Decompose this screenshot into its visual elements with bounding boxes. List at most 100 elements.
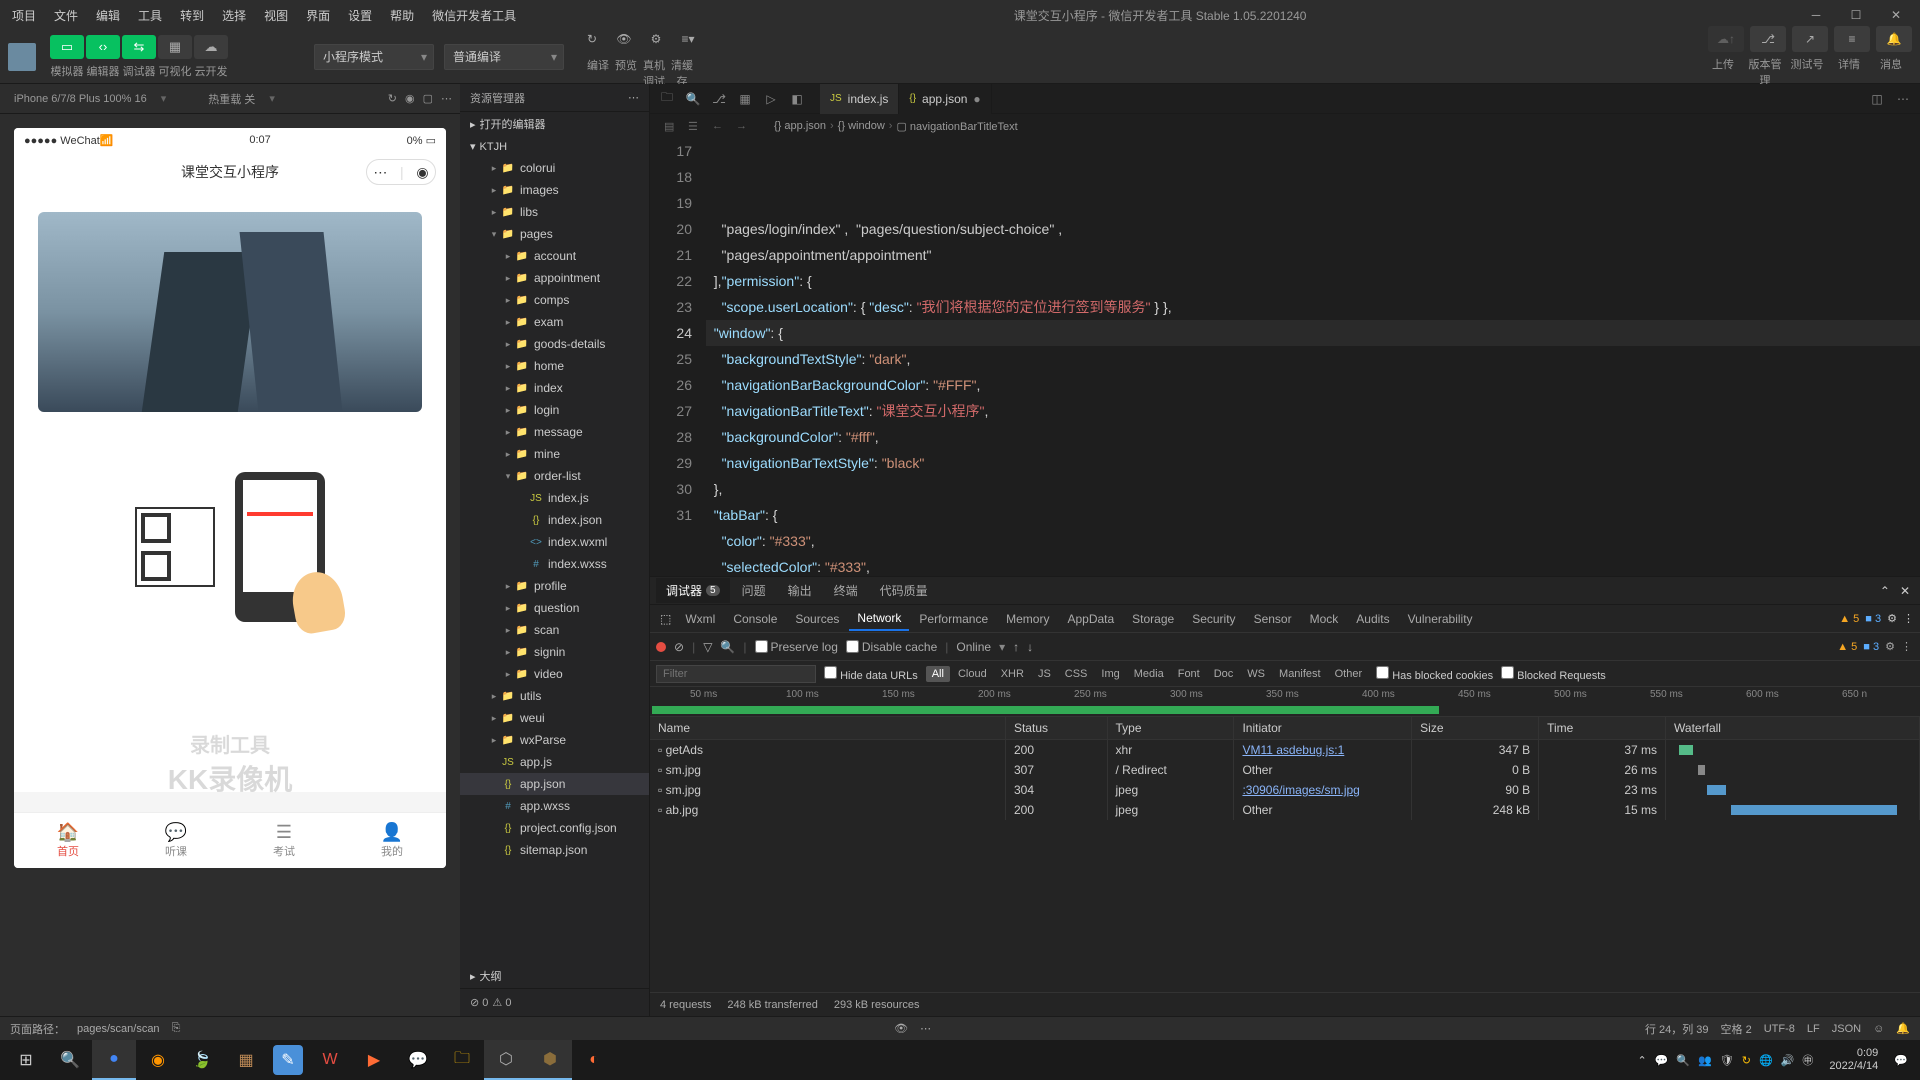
error-count[interactable]: ⊘ 0 — [470, 996, 488, 1009]
dtab2-Memory[interactable]: Memory — [998, 608, 1057, 630]
explorer-toggle-icon[interactable]: 🗀 — [654, 86, 680, 112]
tree-item-home[interactable]: ▸📁home — [460, 355, 649, 377]
network-row[interactable]: ▫ ab.jpg200jpegOther248 kB15 ms — [650, 800, 1920, 820]
tab-app.json[interactable]: {}app.json● — [899, 84, 991, 114]
filter-toggle-icon[interactable]: ▽ — [703, 640, 712, 654]
stop-icon[interactable]: ◉ — [405, 92, 415, 105]
cursor-position[interactable]: 行 24，列 39 — [1645, 1021, 1709, 1037]
page-path[interactable]: pages/scan/scan — [77, 1023, 160, 1035]
bell-icon[interactable]: 🔔 — [1896, 1022, 1910, 1035]
tree-item-index[interactable]: ▸📁index — [460, 377, 649, 399]
tray-ime-icon[interactable]: ㊥ — [1802, 1052, 1813, 1068]
clear-button[interactable]: ⊘ — [674, 640, 684, 654]
filter-Media[interactable]: Media — [1128, 666, 1170, 682]
dt-info[interactable]: ■ 3 — [1865, 613, 1881, 625]
devtools-menu-icon[interactable]: ⋮ — [1901, 640, 1912, 653]
realdevice-button[interactable]: ⚙ — [642, 25, 670, 53]
cloud-button[interactable]: ☁ — [194, 35, 228, 59]
filter-Cloud[interactable]: Cloud — [952, 666, 993, 682]
scm-icon[interactable]: ⎇ — [706, 86, 732, 112]
preview-toggle-icon[interactable]: 👁 — [894, 1022, 908, 1035]
dt-more-icon[interactable]: ⋮ — [1903, 612, 1914, 625]
dtab2-Audits[interactable]: Audits — [1348, 608, 1397, 630]
tree-item-scan[interactable]: ▸📁scan — [460, 619, 649, 641]
taskbar-clock[interactable]: 0:09 2022/4/14 — [1829, 1047, 1878, 1073]
network-row[interactable]: ▫ getAds200xhrVM11 asdebug.js:1347 B37 m… — [650, 740, 1920, 761]
tree-item-app.wxss[interactable]: #app.wxss — [460, 795, 649, 817]
upload-icon[interactable]: ↑ — [1013, 640, 1019, 654]
dtab1-问题[interactable]: 问题 — [732, 578, 776, 603]
preview-button[interactable]: 👁 — [610, 25, 638, 53]
taskbar-app3[interactable]: ▦ — [224, 1040, 268, 1080]
tree-item-index.wxss[interactable]: #index.wxss — [460, 553, 649, 575]
download-icon[interactable]: ↓ — [1027, 640, 1033, 654]
dtab2-Mock[interactable]: Mock — [1302, 608, 1347, 630]
capsule-close-icon[interactable]: ◉ — [416, 164, 428, 181]
tree-item-weui[interactable]: ▸📁weui — [460, 707, 649, 729]
col-Size[interactable]: Size — [1412, 717, 1539, 740]
compile-button[interactable]: ↻ — [578, 25, 606, 53]
taskbar-app4[interactable]: ✎ — [273, 1045, 303, 1075]
filter-All[interactable]: All — [926, 666, 950, 682]
tab-close-icon[interactable]: ● — [973, 92, 980, 106]
avatar[interactable] — [8, 43, 36, 71]
tree-item-index.json[interactable]: {}index.json — [460, 509, 649, 531]
tray-shield-icon[interactable]: 🛡 — [1720, 1054, 1734, 1067]
more-icon[interactable]: ⋯ — [441, 92, 452, 105]
dtab2-Network[interactable]: Network — [849, 607, 909, 631]
filter-Font[interactable]: Font — [1172, 666, 1206, 682]
indent-setting[interactable]: 空格 2 — [1721, 1021, 1752, 1037]
tree-item-profile[interactable]: ▸📁profile — [460, 575, 649, 597]
dtab2-Wxml[interactable]: Wxml — [677, 608, 723, 630]
blocked-requests-checkbox[interactable]: Blocked Requests — [1501, 666, 1606, 682]
taskbar-app1[interactable]: ◉ — [136, 1040, 180, 1080]
terminal-icon[interactable]: ◧ — [784, 86, 810, 112]
dtab1-输出[interactable]: 输出 — [778, 578, 822, 603]
debugger-button[interactable]: ⇆ — [122, 35, 156, 59]
tree-item-pages[interactable]: ▾📁pages — [460, 223, 649, 245]
search-network-icon[interactable]: 🔍 — [720, 640, 735, 654]
tree-item-signin[interactable]: ▸📁signin — [460, 641, 649, 663]
filter-XHR[interactable]: XHR — [995, 666, 1030, 682]
taskbar-app6[interactable]: ⬢ — [528, 1040, 572, 1080]
taskbar-app7[interactable]: ◐ — [572, 1040, 616, 1080]
editor-button[interactable]: ‹› — [86, 35, 120, 59]
device-select[interactable]: iPhone 6/7/8 Plus 100% 16 — [8, 91, 153, 107]
tree-item-question[interactable]: ▸📁question — [460, 597, 649, 619]
visualize-button[interactable]: ▦ — [158, 35, 192, 59]
menu-帮助[interactable]: 帮助 — [382, 3, 422, 28]
tray-chevron-icon[interactable]: ⌃ — [1637, 1054, 1646, 1067]
menu-设置[interactable]: 设置 — [340, 3, 380, 28]
dtab2-Performance[interactable]: Performance — [911, 608, 996, 630]
tree-item-sitemap.json[interactable]: {}sitemap.json — [460, 839, 649, 861]
tray-network-icon[interactable]: 🌐 — [1759, 1054, 1773, 1067]
menu-项目[interactable]: 项目 — [4, 3, 44, 28]
menu-文件[interactable]: 文件 — [46, 3, 86, 28]
filter-JS[interactable]: JS — [1032, 666, 1057, 682]
network-row[interactable]: ▫ sm.jpg304jpeg:30906/images/sm.jpg90 B2… — [650, 780, 1920, 800]
editor-more-icon[interactable]: ⋯ — [1890, 86, 1916, 112]
tree-item-libs[interactable]: ▸📁libs — [460, 201, 649, 223]
dtab2-Vulnerability[interactable]: Vulnerability — [1400, 608, 1481, 630]
dtab2-Storage[interactable]: Storage — [1124, 608, 1182, 630]
tray-sync-icon[interactable]: ↻ — [1742, 1054, 1751, 1067]
col-Time[interactable]: Time — [1539, 717, 1666, 740]
warning-badge[interactable]: ▲ 5 — [1837, 641, 1857, 653]
hide-dataurls-checkbox[interactable]: Hide data URLs — [824, 666, 918, 682]
dtab1-终端[interactable]: 终端 — [824, 578, 868, 603]
dtab2-AppData[interactable]: AppData — [1059, 608, 1122, 630]
menu-编辑[interactable]: 编辑 — [88, 3, 128, 28]
extensions-icon[interactable]: ▦ — [732, 86, 758, 112]
taskbar-wps[interactable]: W — [308, 1040, 352, 1080]
menu-工具[interactable]: 工具 — [130, 3, 170, 28]
tree-item-utils[interactable]: ▸📁utils — [460, 685, 649, 707]
tree-item-login[interactable]: ▸📁login — [460, 399, 649, 421]
start-button[interactable]: ⊞ — [4, 1040, 48, 1080]
language-mode[interactable]: JSON — [1832, 1023, 1861, 1035]
screenshot-icon[interactable]: ▢ — [423, 92, 433, 105]
taskbar-app5[interactable]: ▶ — [352, 1040, 396, 1080]
debug-icon[interactable]: ▷ — [758, 86, 784, 112]
tree-item-exam[interactable]: ▸📁exam — [460, 311, 649, 333]
network-row[interactable]: ▫ sm.jpg307/ RedirectOther0 B26 ms — [650, 760, 1920, 780]
tree-item-appointment[interactable]: ▸📁appointment — [460, 267, 649, 289]
